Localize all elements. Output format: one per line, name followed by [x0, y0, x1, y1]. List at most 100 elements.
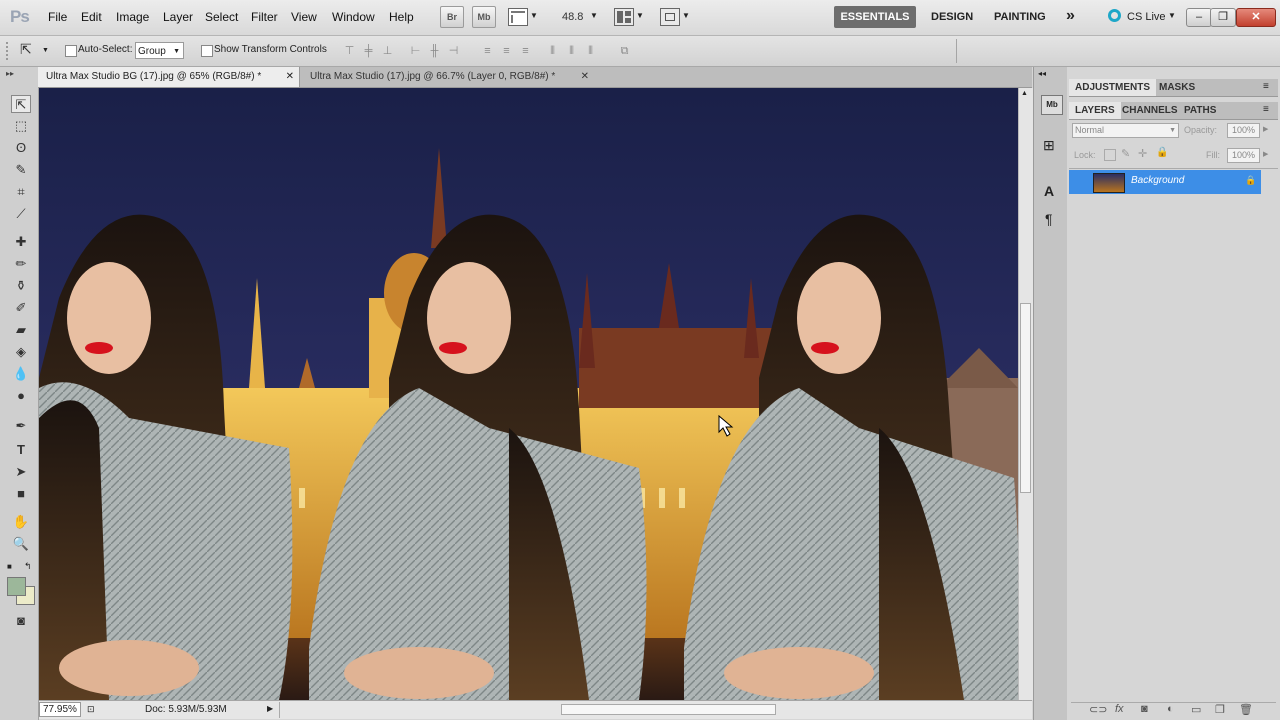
align-left-icon[interactable]: ⊢ [409, 45, 422, 58]
mini-bridge-panel-icon[interactable]: Mb [1041, 95, 1063, 115]
move-tool-icon[interactable]: ⇱ [11, 95, 31, 113]
zoom-level[interactable]: 48.8 [562, 11, 583, 23]
menu-layer[interactable]: Layer [163, 10, 193, 24]
link-layers-icon[interactable]: ⊂⊃ [1089, 703, 1107, 716]
marquee-tool-icon[interactable]: ⬚ [11, 117, 31, 135]
collapse-toolbox-icon[interactable]: ▸▸ [6, 69, 14, 78]
screen-mode-icon[interactable] [660, 8, 680, 26]
menu-edit[interactable]: Edit [81, 10, 102, 24]
panel-menu-icon[interactable]: ≡ [1263, 104, 1269, 115]
adjustment-layer-icon[interactable]: ◐ [1167, 703, 1174, 715]
healing-brush-tool-icon[interactable]: ✚ [11, 233, 31, 251]
chevron-down-icon[interactable]: ▼ [636, 11, 644, 20]
swap-colors-icon[interactable]: ↰ [24, 561, 32, 572]
lock-transparent-icon[interactable] [1104, 149, 1116, 161]
new-layer-icon[interactable]: ❐ [1215, 703, 1225, 716]
menu-image[interactable]: Image [116, 10, 149, 24]
zoom-field[interactable]: 77.95% [39, 702, 81, 717]
lock-position-icon[interactable]: ✛ [1138, 147, 1147, 160]
align-hcenter-icon[interactable]: ╫ [428, 45, 441, 58]
panel-menu-icon[interactable]: ≡ [1263, 81, 1269, 92]
arrange-documents-icon[interactable] [614, 8, 634, 26]
crop-tool-icon[interactable]: ⌗ [11, 183, 31, 201]
workspace-design-button[interactable]: DESIGN [931, 11, 973, 23]
new-group-icon[interactable]: ▭ [1191, 703, 1201, 716]
foreground-color-swatch[interactable] [7, 577, 26, 596]
fill-arrow-icon[interactable]: ▶ [1263, 150, 1268, 158]
status-menu-arrow-icon[interactable]: ▶ [267, 704, 273, 713]
menu-help[interactable]: Help [389, 10, 414, 24]
horizontal-scrollbar-thumb[interactable] [561, 704, 776, 715]
tab-adjustments[interactable]: ADJUSTMENTS [1069, 79, 1157, 96]
close-tab-icon[interactable]: ✕ [286, 67, 294, 87]
history-panel-icon[interactable]: ⊞ [1043, 137, 1055, 154]
clone-stamp-tool-icon[interactable]: ⚱ [11, 277, 31, 295]
distribute-top-icon[interactable]: ≡ [481, 45, 494, 58]
close-window-button[interactable]: ✕ [1236, 8, 1276, 27]
align-right-icon[interactable]: ⊣ [447, 45, 460, 58]
align-top-icon[interactable]: ⊤ [343, 45, 356, 58]
minimize-button[interactable]: – [1186, 8, 1212, 27]
expand-dock-icon[interactable]: ◂◂ [1038, 69, 1046, 78]
menu-window[interactable]: Window [332, 10, 375, 24]
fill-field[interactable]: 100% [1227, 148, 1260, 163]
eraser-tool-icon[interactable]: ▰ [11, 321, 31, 339]
auto-select-dropdown[interactable]: Group ▼ [135, 42, 184, 59]
show-transform-checkbox[interactable] [201, 45, 213, 57]
layer-style-icon[interactable]: fx [1115, 703, 1124, 715]
lock-all-icon[interactable]: 🔒 [1156, 147, 1168, 158]
mini-bridge-button[interactable]: Mb [472, 6, 496, 28]
chevron-down-icon[interactable]: ▼ [590, 11, 598, 20]
hand-tool-icon[interactable]: ✋ [11, 513, 31, 531]
add-mask-icon[interactable]: ◙ [1141, 703, 1148, 715]
chevron-down-icon[interactable]: ▼ [1168, 11, 1176, 20]
tab-layers[interactable]: LAYERS [1069, 102, 1121, 119]
bridge-button[interactable]: Br [440, 6, 464, 28]
quick-mask-icon[interactable]: ◙ [11, 612, 31, 630]
character-panel-icon[interactable]: A [1044, 183, 1054, 199]
chevron-down-icon[interactable]: ▼ [530, 11, 538, 20]
document-canvas[interactable] [39, 88, 1018, 700]
distribute-bottom-icon[interactable]: ≡ [519, 45, 532, 58]
chevron-down-icon[interactable]: ▼ [682, 11, 690, 20]
opacity-arrow-icon[interactable]: ▶ [1263, 125, 1268, 133]
menu-select[interactable]: Select [205, 10, 238, 24]
scrollbar-thumb[interactable] [1020, 303, 1031, 493]
tab-paths[interactable]: PATHS [1179, 102, 1221, 119]
blur-tool-icon[interactable]: 💧 [11, 365, 31, 383]
align-bottom-icon[interactable]: ⊥ [381, 45, 394, 58]
path-selection-tool-icon[interactable]: ➤ [11, 463, 31, 481]
layer-row-background[interactable]: Background 🔒 [1069, 170, 1261, 194]
workspace-essentials-button[interactable]: ESSENTIALS [834, 6, 916, 28]
pen-tool-icon[interactable]: ✒ [11, 417, 31, 435]
tab-document-2[interactable]: Ultra Max Studio (17).jpg @ 66.7% (Layer… [302, 67, 594, 87]
distribute-vcenter-icon[interactable]: ≡ [500, 45, 513, 58]
tab-masks[interactable]: MASKS [1153, 79, 1201, 96]
move-tool-icon[interactable]: ⇱ [20, 41, 32, 58]
view-extras-icon[interactable] [508, 8, 528, 26]
auto-align-icon[interactable]: ⧉ [618, 45, 631, 58]
delete-layer-icon[interactable]: 🗑 [1239, 703, 1253, 716]
scroll-up-icon[interactable]: ▲ [1021, 90, 1028, 97]
status-icon[interactable]: ⊡ [87, 704, 95, 715]
distribute-left-icon[interactable]: ⦀ [546, 45, 559, 58]
restore-button[interactable]: ❐ [1210, 8, 1236, 27]
eyedropper-tool-icon[interactable]: ⟋ [11, 205, 31, 223]
workspace-painting-button[interactable]: PAINTING [994, 11, 1046, 23]
vertical-scrollbar[interactable]: ▲ [1018, 88, 1033, 700]
history-brush-tool-icon[interactable]: ✐ [11, 299, 31, 317]
rectangle-tool-icon[interactable]: ■ [11, 485, 31, 503]
auto-select-checkbox[interactable] [65, 45, 77, 57]
align-vcenter-icon[interactable]: ╪ [362, 45, 375, 58]
type-tool-icon[interactable]: T [11, 441, 31, 459]
default-colors-icon[interactable]: ■ [7, 562, 12, 571]
menu-file[interactable]: File [48, 10, 67, 24]
menu-filter[interactable]: Filter [251, 10, 278, 24]
lasso-tool-icon[interactable]: ʘ [11, 139, 31, 157]
zoom-tool-icon[interactable]: 🔍 [11, 535, 31, 553]
blend-mode-select[interactable]: Normal ▼ [1072, 123, 1179, 138]
brush-tool-icon[interactable]: ✏ [11, 255, 31, 273]
chevron-down-icon[interactable]: ▼ [42, 47, 49, 54]
distribute-right-icon[interactable]: ⦀ [584, 45, 597, 58]
tab-channels[interactable]: CHANNELS [1117, 102, 1183, 119]
